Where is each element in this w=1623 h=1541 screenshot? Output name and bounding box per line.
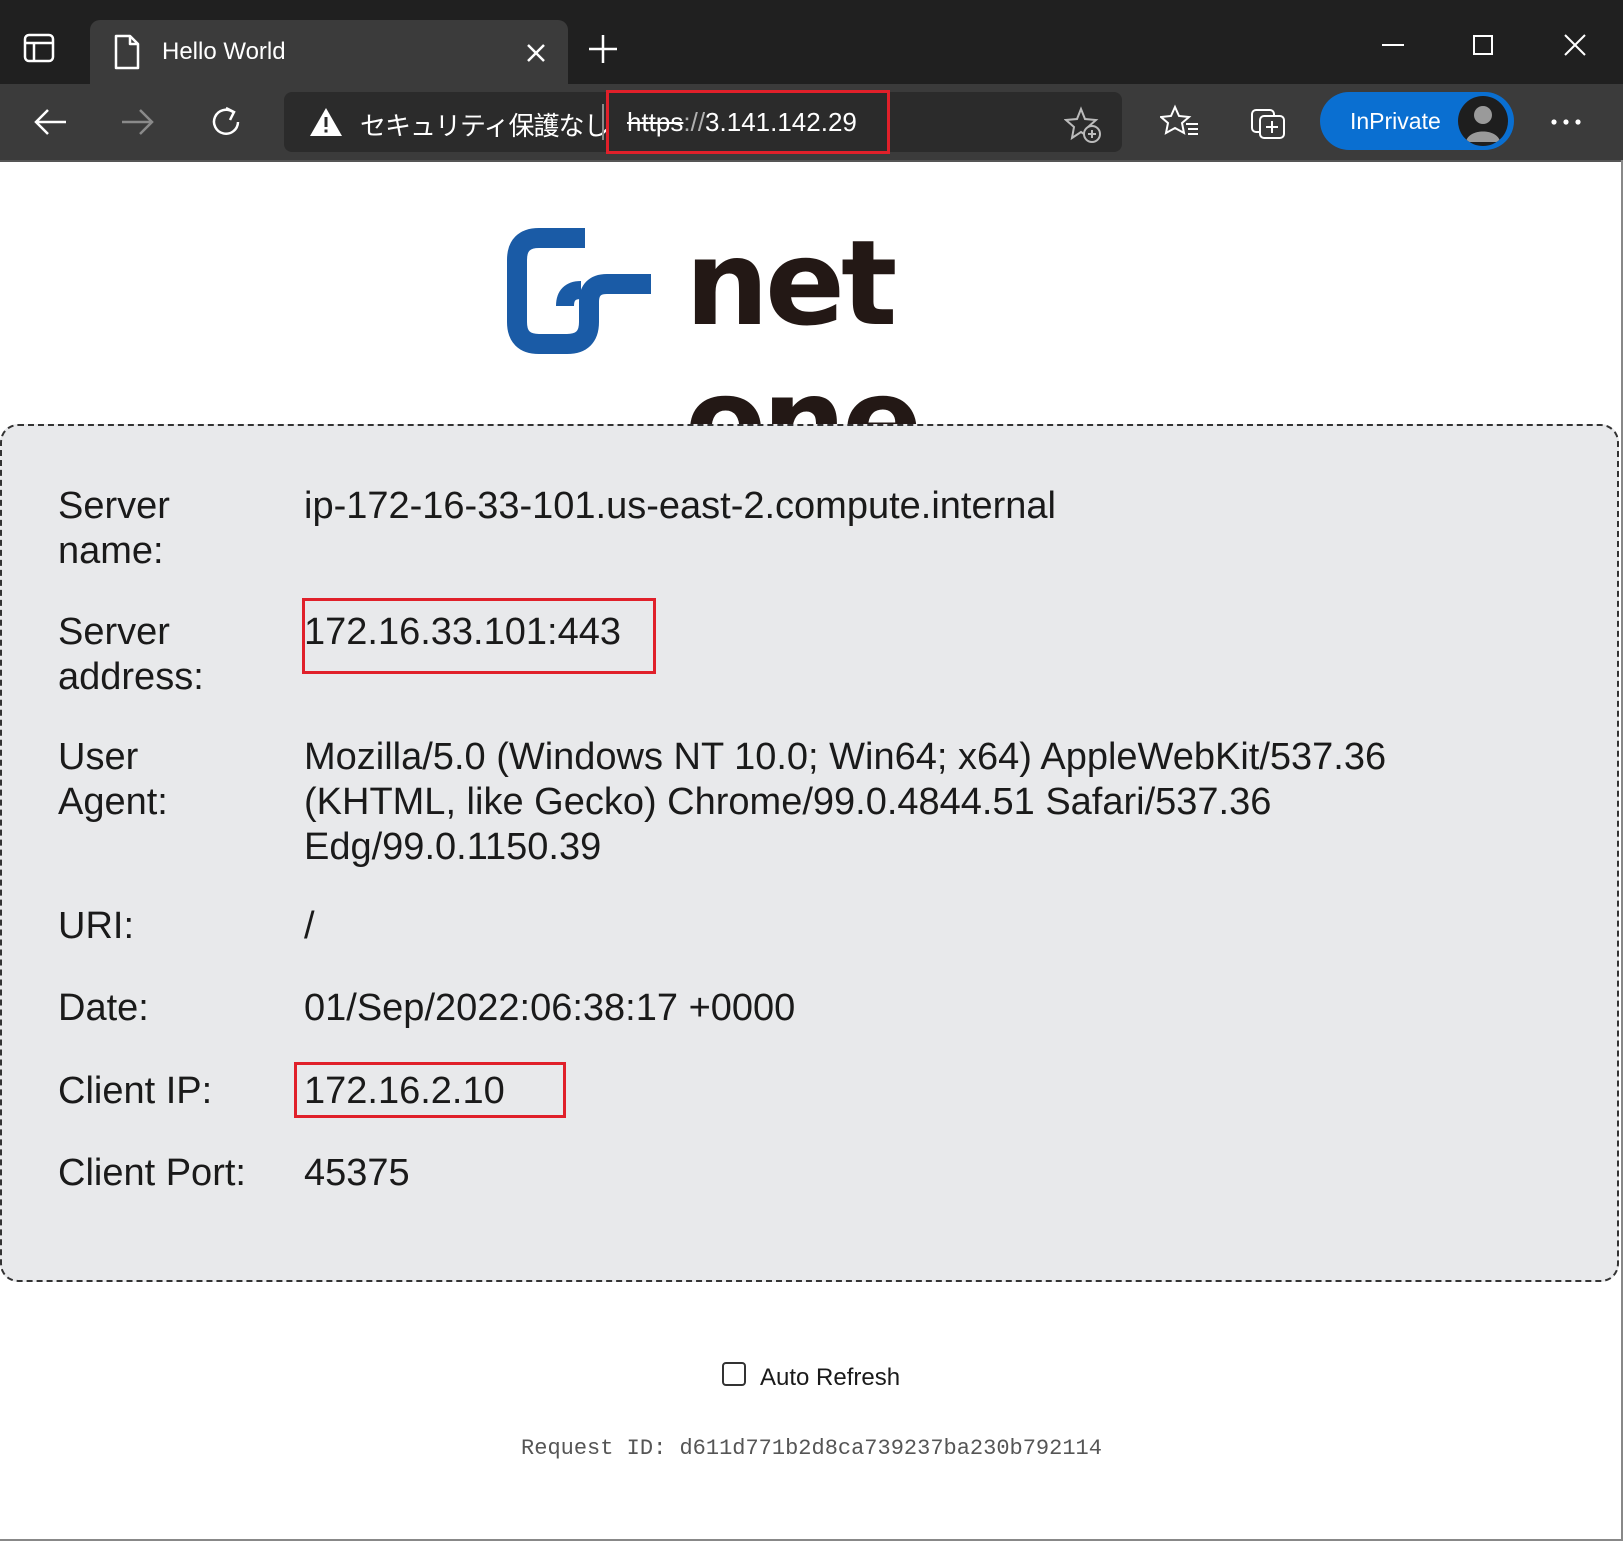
request-id-text: Request ID: d611d771b2d8ca739237ba230b79…: [521, 1436, 1102, 1461]
back-icon[interactable]: [30, 102, 70, 142]
page-content: net one Server name: ip-172-16-33-101.us…: [0, 162, 1623, 1541]
address-separator: [602, 104, 604, 140]
inprivate-label: InPrivate: [1350, 108, 1441, 134]
info-label: Date:: [58, 987, 149, 1029]
warning-icon[interactable]: [308, 106, 344, 138]
url-highlight-box[interactable]: https://3.141.142.29: [606, 90, 890, 154]
info-label: Client IP:: [58, 1070, 213, 1112]
url-scheme: https: [627, 107, 684, 137]
info-label: URI:: [58, 905, 134, 947]
close-window-icon[interactable]: [1558, 28, 1592, 62]
info-value: 01/Sep/2022:06:38:17 +0000: [304, 987, 796, 1029]
minimize-icon[interactable]: [1376, 28, 1410, 62]
maximize-icon[interactable]: [1466, 28, 1500, 62]
info-value: /: [304, 905, 315, 947]
client-ip-highlight-box: [294, 1062, 566, 1118]
info-value: ip-172-16-33-101.us-east-2.compute.inter…: [304, 485, 1056, 527]
title-bar: Hello World: [0, 0, 1623, 84]
new-tab-icon[interactable]: [586, 32, 620, 66]
auto-refresh-label[interactable]: Auto Refresh: [760, 1364, 900, 1392]
refresh-icon[interactable]: [206, 102, 246, 142]
info-value: 45375: [304, 1152, 410, 1194]
info-label: Server address:: [58, 611, 204, 698]
tab-title: Hello World: [162, 38, 286, 65]
collections-icon[interactable]: [1248, 102, 1288, 142]
tab-actions-icon[interactable]: [22, 30, 58, 66]
url-slashes: ://: [683, 107, 706, 137]
page-icon: [114, 34, 140, 70]
info-value: Mozilla/5.0 (Windows NT 10.0; Win64; x64…: [304, 736, 1387, 868]
inprivate-button[interactable]: InPrivate: [1320, 92, 1514, 150]
info-label: User Agent:: [58, 736, 168, 823]
address-bar[interactable]: セキュリティ保護なし https://3.141.142.29: [284, 90, 1122, 154]
security-status-text[interactable]: セキュリティ保護なし: [360, 106, 609, 143]
auto-refresh-checkbox[interactable]: [722, 1362, 746, 1386]
avatar: [1458, 96, 1508, 146]
net-one-logo: net one: [505, 214, 1115, 490]
server-address-highlight-box: [302, 598, 656, 674]
close-tab-icon[interactable]: [523, 40, 549, 66]
forward-icon[interactable]: [118, 102, 158, 142]
info-label: Server name:: [58, 485, 170, 572]
info-panel: Server name: ip-172-16-33-101.us-east-2.…: [0, 424, 1619, 1282]
more-options-icon[interactable]: [1546, 102, 1586, 142]
info-label: Client Port:: [58, 1152, 246, 1194]
tab-hello-world[interactable]: Hello World: [90, 20, 568, 84]
url-host: 3.141.142.29: [705, 107, 857, 137]
profile-icon: [1466, 106, 1500, 142]
add-favorite-icon[interactable]: [1064, 106, 1102, 144]
url-text[interactable]: https://3.141.142.29: [627, 107, 857, 138]
favorites-icon[interactable]: [1160, 102, 1200, 142]
logo-mark-icon: [507, 228, 651, 354]
toolbar: セキュリティ保護なし https://3.141.142.29 InPrivat…: [0, 84, 1623, 162]
